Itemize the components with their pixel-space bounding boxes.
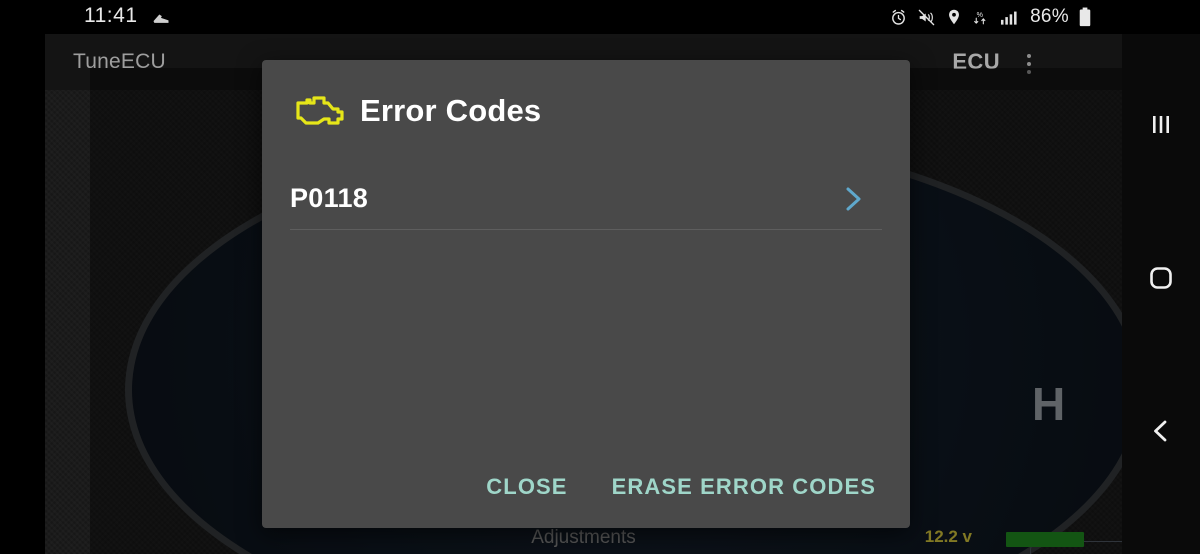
android-nav-bar xyxy=(1122,34,1200,554)
list-item[interactable]: P0118 xyxy=(290,168,882,230)
signal-bars-icon xyxy=(1001,11,1017,25)
mute-vibrate-icon xyxy=(918,9,935,25)
data-transfer-icon: % xyxy=(974,10,986,24)
status-icons-group: % 86% xyxy=(889,0,1092,34)
battery-icon xyxy=(1079,7,1091,27)
svg-text:%: % xyxy=(977,10,984,18)
dialog-title: Error Codes xyxy=(360,93,542,128)
status-bar: 11:41 % 86% xyxy=(0,0,1200,34)
shoe-icon xyxy=(153,14,169,23)
phone-screen: 11:41 % 86% H TuneECU ECU Adjustments 12… xyxy=(0,0,1200,554)
error-code-value: P0118 xyxy=(290,183,369,213)
close-button[interactable]: CLOSE xyxy=(482,468,571,506)
location-icon xyxy=(949,9,960,25)
chevron-right-icon[interactable] xyxy=(840,184,866,214)
home-icon[interactable] xyxy=(1145,262,1177,294)
dialog-header: Error Codes xyxy=(262,60,910,160)
battery-percent-label: 86% xyxy=(1030,6,1069,27)
error-code-list: P0118 xyxy=(290,168,882,230)
recents-icon[interactable] xyxy=(1146,109,1176,139)
back-icon[interactable] xyxy=(1146,416,1176,446)
status-clock: 11:41 xyxy=(84,4,138,27)
error-codes-dialog: Error Codes P0118 CLOSE ERASE ERROR CODE… xyxy=(262,60,910,528)
alarm-icon xyxy=(892,9,905,25)
dialog-actions: CLOSE ERASE ERROR CODES xyxy=(482,468,880,506)
check-engine-icon xyxy=(296,96,344,125)
erase-error-codes-button[interactable]: ERASE ERROR CODES xyxy=(608,468,880,506)
